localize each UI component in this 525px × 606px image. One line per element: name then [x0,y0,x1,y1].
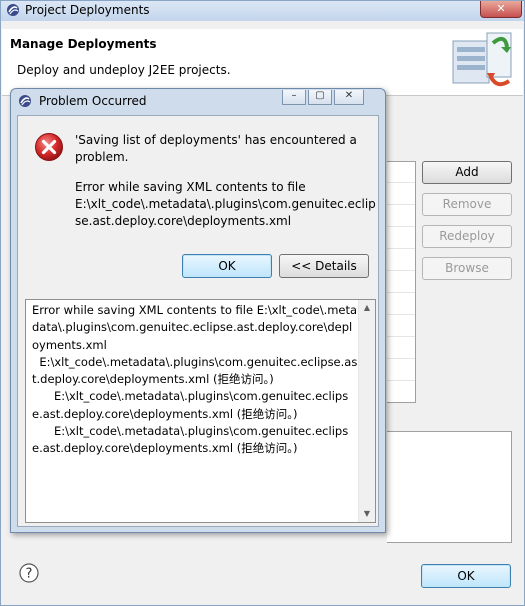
redeploy-button[interactable]: Redeploy [422,225,512,248]
eclipse-app-icon [19,95,31,107]
ok-button[interactable]: OK [421,564,511,588]
problem-message: 'Saving list of deployments' has encount… [75,133,357,164]
close-icon: ✕ [344,90,354,101]
table-row [387,292,415,293]
details-toggle-button[interactable]: << Details [279,254,369,278]
browse-button[interactable]: Browse [422,257,512,280]
table-row [387,204,415,205]
problem-occurred-dialog: Problem Occurred – ▢ ✕ 'Saving list of d… [10,88,386,533]
dialog-ok-button[interactable]: OK [182,254,272,278]
window-close-button[interactable]: ✕ [480,1,522,18]
window-title: Project Deployments [25,3,150,17]
table-row [387,248,415,249]
details-line: Error while saving XML contents to file … [32,303,358,352]
details-text-area[interactable]: Error while saving XML contents to file … [25,299,376,523]
window-titlebar[interactable]: Project Deployments ✕ [1,1,524,21]
deployments-table[interactable] [387,161,416,403]
table-row [387,314,415,315]
problem-detail-summary: Error while saving XML contents to file … [75,180,376,228]
details-line: E:\xlt_code\.metadata\.plugins\com.genui… [32,424,349,456]
header-banner: Manage Deployments Deploy and undeploy J… [2,29,523,96]
details-text: Error while saving XML contents to file … [32,302,358,458]
table-row [387,182,415,183]
restore-icon: ▢ [315,90,325,101]
header-description: Deploy and undeploy J2EE projects. [17,63,231,77]
svg-text:?: ? [26,567,33,582]
remove-button[interactable]: Remove [422,193,512,216]
table-row [387,336,415,337]
table-row [387,226,415,227]
dialog-minimize-button[interactable]: – [282,90,306,105]
eclipse-app-icon [7,4,19,16]
help-question-icon[interactable]: ? [19,563,39,583]
dialog-close-button[interactable]: ✕ [334,90,364,105]
error-icon [35,133,63,161]
details-line: E:\xlt_code\.metadata\.plugins\com.genui… [32,354,358,387]
minimize-icon: – [291,90,297,101]
details-line: E:\xlt_code\.metadata\.plugins\com.genui… [32,389,349,421]
scroll-down-arrow-icon[interactable]: ▼ [359,506,375,522]
table-row [387,270,415,271]
dialog-title: Problem Occurred [39,94,147,108]
header-title: Manage Deployments [10,37,157,51]
add-button[interactable]: Add [422,161,512,184]
scroll-up-arrow-icon[interactable]: ▲ [359,300,375,316]
close-icon: ✕ [496,2,506,15]
deployment-banner-icon [452,32,512,87]
table-row [387,358,415,359]
deployment-status-panel [387,431,512,543]
details-scrollbar[interactable]: ▲ ▼ [358,300,375,522]
dialog-restore-button[interactable]: ▢ [308,90,332,105]
dialog-body: 'Saving list of deployments' has encount… [17,115,379,527]
table-row [387,380,415,381]
